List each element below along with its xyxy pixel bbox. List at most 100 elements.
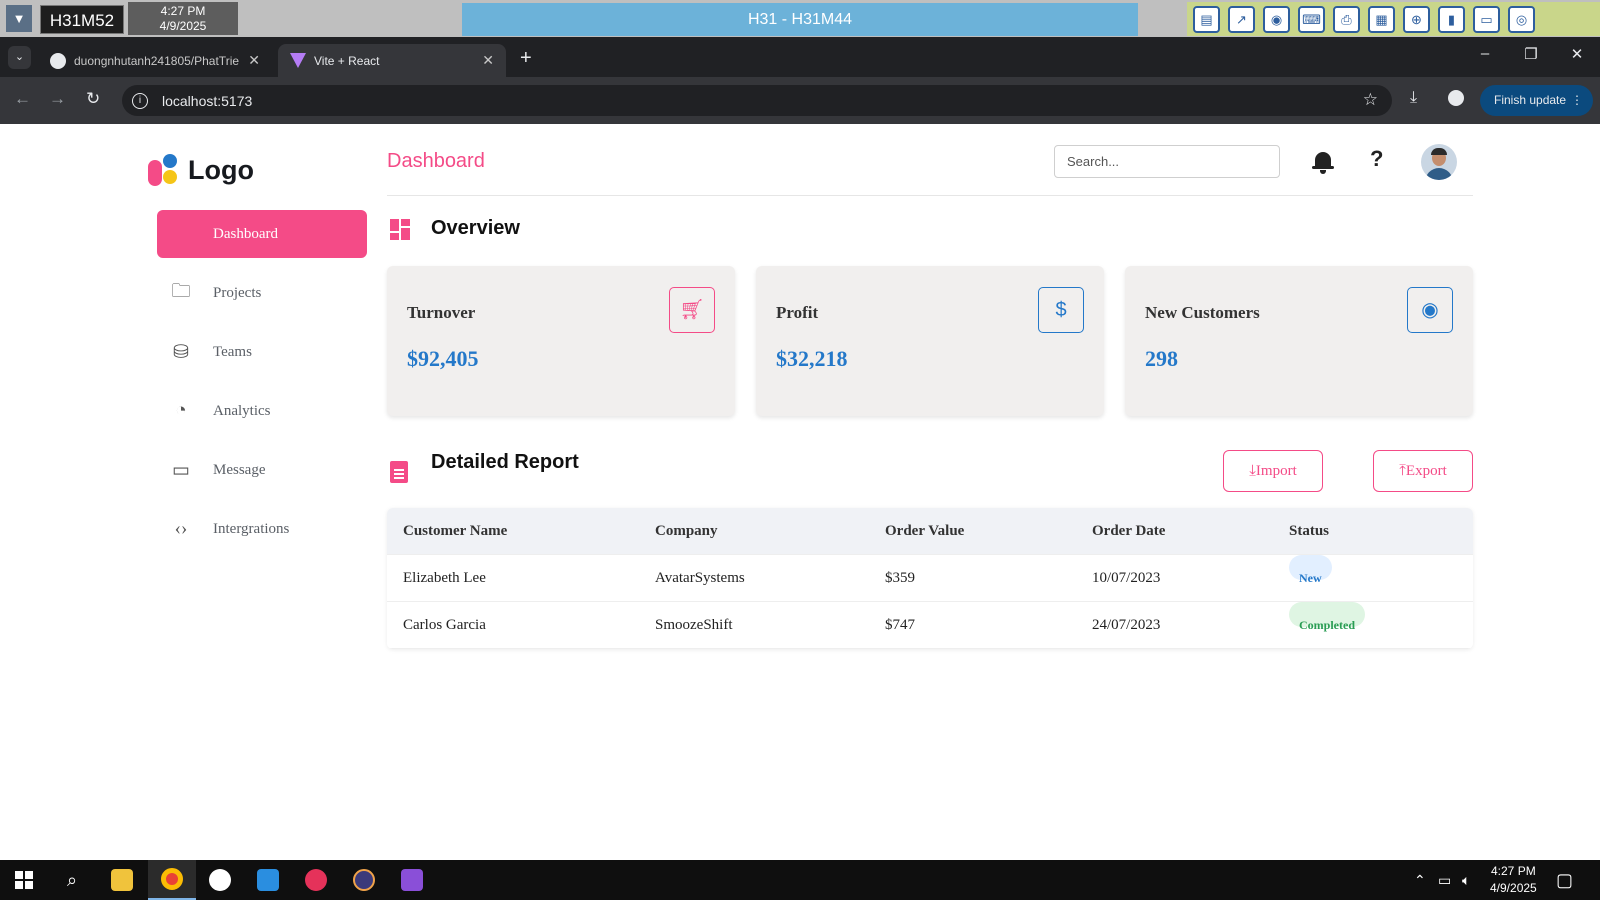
globe-icon[interactable]: ⊕	[1403, 5, 1430, 33]
vscode-icon[interactable]	[244, 860, 292, 900]
bell-icon[interactable]	[1312, 150, 1334, 174]
stat-value: $32,218	[776, 346, 848, 371]
app-icon[interactable]	[196, 860, 244, 900]
cell-order-value: $359	[885, 570, 915, 586]
browser-tab-github[interactable]: duongnhutanh241805/PhatTrie ✕	[38, 44, 272, 77]
forward-icon[interactable]: →	[49, 89, 66, 109]
sidebar-item-projects[interactable]: 🗀 Projects	[157, 269, 367, 317]
column-header[interactable]: Order Date	[1092, 508, 1165, 555]
pin-icon[interactable]: ▼	[6, 5, 32, 32]
start-button[interactable]	[0, 860, 48, 900]
import-icon: ⤓	[1249, 463, 1256, 479]
remote-host-label[interactable]: H31M52	[40, 5, 124, 34]
window-controls: – ❐ ✕	[1462, 45, 1600, 63]
window-icon[interactable]: ▦	[1368, 5, 1395, 33]
page-title: Dashboard	[387, 150, 485, 172]
file-explorer-icon[interactable]	[98, 860, 146, 900]
new-tab-button[interactable]: +	[520, 47, 532, 70]
close-tab-icon[interactable]: ✕	[482, 52, 494, 69]
browser-tab-vite[interactable]: Vite + React ✕	[278, 44, 506, 77]
chart-tool-icon[interactable]: ↗	[1228, 5, 1255, 33]
minimize-icon[interactable]: –	[1462, 45, 1508, 63]
logo-mark-icon	[148, 154, 182, 186]
export-button[interactable]: ⤒Export	[1373, 450, 1473, 492]
sidebar-item-message[interactable]: ▭ Message	[157, 446, 367, 494]
import-button[interactable]: ⤓Import	[1223, 450, 1323, 492]
sidebar: Dashboard 🗀 Projects ⛁ Teams ◔ Analytics…	[157, 210, 367, 564]
recorder-icon[interactable]	[292, 860, 340, 900]
report-title: Detailed Report	[431, 451, 579, 473]
taskbar-clock[interactable]: 4:27 PM 4/9/2025	[1490, 863, 1537, 897]
tray-chevron-icon[interactable]: ⌃	[1414, 860, 1426, 900]
remote-toolbar: ▤ ↗ ◉ ⌨ ⎙ ▦ ⊕ ▮ ▭ ◎	[1187, 2, 1600, 36]
restore-icon[interactable]: ❐	[1508, 45, 1554, 63]
lifebuoy-icon[interactable]: ◎	[1508, 5, 1535, 33]
sidebar-item-label: Intergrations	[213, 520, 290, 537]
profile-icon[interactable]	[1448, 90, 1464, 106]
printer-icon[interactable]: ⎙	[1333, 5, 1360, 33]
back-icon[interactable]: ←	[14, 89, 31, 109]
more-menu-icon: ⋮	[1571, 93, 1583, 107]
reload-icon[interactable]: ↻	[86, 89, 100, 109]
stat-value: $92,405	[407, 346, 479, 371]
chrome-icon[interactable]	[148, 860, 196, 900]
cell-order-date: 10/07/2023	[1092, 570, 1161, 586]
help-icon[interactable]: ?	[1370, 146, 1383, 172]
github-icon	[50, 52, 66, 69]
sidebar-item-label: Teams	[213, 343, 252, 360]
remote-date: 4/9/2025	[159, 19, 207, 33]
column-header[interactable]: Order Value	[885, 508, 964, 555]
chat-icon[interactable]: ▭	[1473, 5, 1500, 33]
bookmark-star-icon[interactable]: ☆	[1363, 90, 1378, 110]
sidebar-item-analytics[interactable]: ◔ Analytics	[157, 387, 367, 435]
book-icon[interactable]: ▮	[1438, 5, 1465, 33]
sidebar-item-dashboard[interactable]: Dashboard	[157, 210, 367, 258]
stat-label: Turnover	[407, 303, 476, 322]
search-input[interactable]	[1054, 145, 1280, 178]
close-tab-icon[interactable]: ✕	[248, 52, 260, 69]
volume-muted-icon[interactable]: 🔈︎	[1462, 860, 1470, 900]
column-header[interactable]: Company	[655, 508, 718, 555]
folder-icon: 🗀	[171, 281, 191, 302]
stat-card-turnover: Turnover $92,405 🛒︎	[387, 266, 735, 416]
user-circle-icon[interactable]: ◉	[1407, 287, 1453, 333]
table-row[interactable]: Carlos Garcia SmoozeShift $747 24/07/202…	[387, 602, 1473, 649]
site-info-icon[interactable]: i	[132, 92, 148, 109]
cart-icon[interactable]: 🛒︎	[669, 287, 715, 333]
stat-card-new-customers: New Customers 298 ◉	[1125, 266, 1473, 416]
header-divider	[387, 195, 1473, 196]
eclipse-icon[interactable]	[340, 860, 388, 900]
browser-tab-strip: ⌄ duongnhutanh241805/PhatTrie ✕ Vite + R…	[0, 37, 1600, 77]
sidebar-item-label: Analytics	[213, 402, 271, 419]
keyboard-icon[interactable]: ⌨	[1298, 5, 1325, 33]
disc-icon[interactable]: ◉	[1263, 5, 1290, 33]
sidebar-item-integrations[interactable]: ‹› Intergrations	[157, 505, 367, 553]
finish-update-button[interactable]: Finish update ⋮	[1480, 85, 1593, 116]
download-icon[interactable]: ⤓	[1410, 89, 1417, 107]
sidebar-item-teams[interactable]: ⛁ Teams	[157, 328, 367, 376]
cell-customer-name: Elizabeth Lee	[403, 570, 486, 586]
network-icon[interactable]: ▭	[1438, 860, 1451, 900]
finish-update-label: Finish update	[1494, 93, 1567, 107]
tab-search-button[interactable]: ⌄	[8, 46, 31, 69]
dollar-icon[interactable]: $	[1038, 287, 1084, 333]
sidebar-item-label: Projects	[213, 284, 262, 301]
avatar[interactable]	[1421, 144, 1457, 180]
notifications-icon[interactable]: ▢	[1556, 860, 1573, 900]
table-row[interactable]: Elizabeth Lee AvatarSystems $359 10/07/2…	[387, 555, 1473, 602]
cabinet-icon[interactable]: ▤	[1193, 5, 1220, 33]
code-icon: ‹›	[174, 518, 188, 539]
close-window-icon[interactable]: ✕	[1554, 45, 1600, 63]
visual-studio-icon[interactable]	[388, 860, 436, 900]
tab-title: duongnhutanh241805/PhatTrie	[74, 53, 240, 68]
column-header[interactable]: Status	[1289, 508, 1329, 555]
column-header[interactable]: Customer Name	[403, 508, 507, 555]
overview-grid-icon	[390, 219, 412, 241]
address-bar[interactable]: i localhost:5173 ☆	[122, 85, 1392, 116]
search-icon[interactable]: ⌕	[48, 860, 96, 900]
import-label: Import	[1255, 463, 1297, 479]
vite-icon	[290, 53, 306, 68]
app-logo[interactable]: Logo	[148, 154, 254, 186]
export-label: Export	[1405, 463, 1447, 479]
sidebar-item-label: Message	[213, 461, 266, 478]
